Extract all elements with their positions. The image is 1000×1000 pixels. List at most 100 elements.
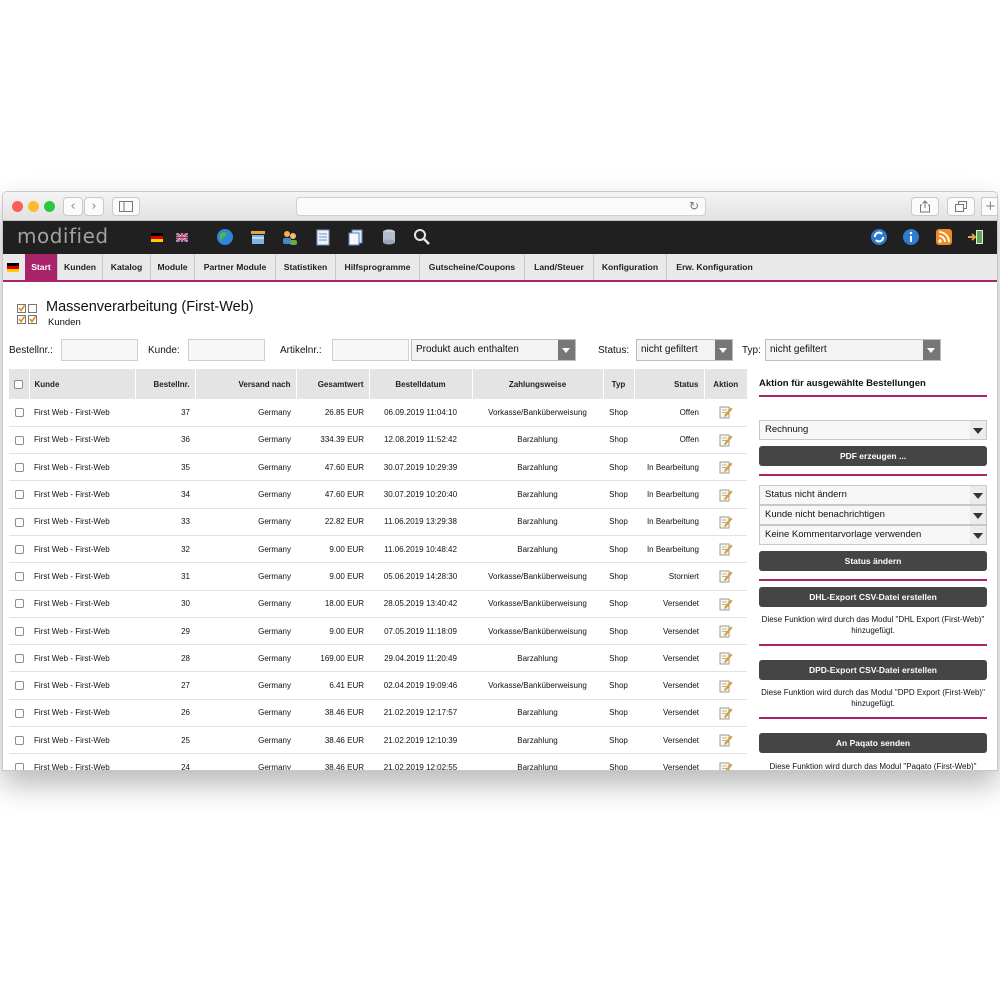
column-header[interactable]: Bestelldatum [369,369,473,399]
documents-icon[interactable] [346,227,366,247]
table-row[interactable]: First Web - First-Web 28 Germany 169.00 EUR… [9,644,747,673]
edit-icon[interactable] [719,460,733,474]
column-header[interactable]: Zahlungsweise [472,369,604,399]
column-header[interactable]: Kunde [29,369,136,399]
nav-tab-land-steuer[interactable]: Land/Steuer [525,254,594,280]
edit-icon[interactable] [719,597,733,611]
nav-tab-katalog[interactable]: Katalog [103,254,151,280]
nav-tab-statistiken[interactable]: Statistiken [276,254,336,280]
nav-tab-partner-module[interactable]: Partner Module [195,254,276,280]
dpd-export-button[interactable]: DPD-Export CSV-Datei erstellen [759,660,987,680]
comment-template-select[interactable]: Keine Kommentarvorlage verwenden [759,525,987,545]
edit-icon[interactable] [719,405,733,419]
row-checkbox[interactable] [14,517,24,527]
reload-icon[interactable]: ↻ [689,199,699,213]
table-row[interactable]: First Web - First-Web 30 Germany 18.00 EUR 2… [9,590,747,618]
german-flag-icon[interactable] [151,233,163,242]
nav-tab-kunden[interactable]: Kunden [58,254,103,280]
row-checkbox[interactable] [14,572,24,582]
order-no-input[interactable] [61,339,138,361]
paqato-send-button[interactable]: An Paqato senden [759,733,987,753]
select-all-checkbox[interactable] [14,379,24,389]
list-document-icon[interactable] [313,227,333,247]
shop-basket-icon[interactable] [248,227,268,247]
table-row[interactable]: First Web - First-Web 37 Germany 26.85 EUR 0… [9,399,747,427]
dhl-export-button[interactable]: DHL-Export CSV-Datei erstellen [759,587,987,607]
table-row[interactable]: First Web - First-Web 33 Germany 22.82 EUR 1… [9,508,747,536]
nav-tab-module[interactable]: Module [151,254,195,280]
edit-icon[interactable] [719,569,733,583]
nav-tab-hilfsprogramme[interactable]: Hilfsprogramme [336,254,420,280]
close-window-button[interactable] [12,201,23,212]
row-checkbox[interactable] [14,462,24,472]
forward-button[interactable]: › [84,197,104,216]
row-checkbox[interactable] [14,708,24,718]
create-pdf-button[interactable]: PDF erzeugen ... [759,446,987,466]
edit-icon[interactable] [719,733,733,747]
column-header[interactable]: Versand nach [195,369,297,399]
row-checkbox[interactable] [14,735,24,745]
back-button[interactable]: ‹ [63,197,83,216]
new-tab-button[interactable]: + [981,197,997,216]
row-checkbox[interactable] [14,626,24,636]
column-header[interactable]: Gesamtwert [296,369,370,399]
edit-icon[interactable] [719,624,733,638]
minimize-window-button[interactable] [28,201,39,212]
edit-icon[interactable] [719,433,733,447]
table-row[interactable]: First Web - First-Web 34 Germany 47.60 EUR 3… [9,480,747,509]
sync-icon[interactable] [869,227,889,247]
product-mode-select[interactable]: Produkt auch enthalten [411,339,576,361]
row-checkbox[interactable] [14,654,24,664]
edit-icon[interactable] [719,542,733,556]
table-row[interactable]: First Web - First-Web 32 Germany 9.00 EUR 11… [9,535,747,564]
row-checkbox[interactable] [14,435,24,445]
document-type-select[interactable]: Rechnung [759,420,987,440]
notify-customer-select[interactable]: Kunde nicht benachrichtigen [759,505,987,525]
sidebar-toggle-button[interactable] [112,197,140,216]
column-header[interactable]: Typ [603,369,635,399]
nav-tab-konfiguration[interactable]: Konfiguration [594,254,667,280]
edit-icon[interactable] [719,706,733,720]
share-button[interactable] [911,197,939,216]
row-checkbox[interactable] [14,681,24,691]
table-row[interactable]: First Web - First-Web 27 Germany 6.41 EUR 02… [9,671,747,700]
row-checkbox[interactable] [14,408,24,418]
edit-icon[interactable] [719,761,733,772]
customers-icon[interactable] [280,227,300,247]
nav-tab-gutscheine[interactable]: Gutscheine/Coupons [420,254,525,280]
search-icon[interactable] [412,227,432,247]
table-row[interactable]: First Web - First-Web 35 Germany 47.60 EUR 3… [9,453,747,482]
status-change-select[interactable]: Status nicht ändern [759,485,987,505]
database-icon[interactable] [379,227,399,247]
rss-icon[interactable] [934,227,954,247]
row-checkbox[interactable] [14,763,24,770]
info-icon[interactable] [901,227,921,247]
address-bar[interactable]: ↻ [296,197,706,216]
edit-icon[interactable] [719,651,733,665]
status-filter-select[interactable]: nicht gefiltert [636,339,733,361]
change-status-button[interactable]: Status ändern [759,551,987,571]
logout-icon[interactable] [966,227,986,247]
table-row[interactable]: First Web - First-Web 29 Germany 9.00 EUR 07… [9,617,747,646]
type-filter-select[interactable]: nicht gefiltert [765,339,941,361]
row-checkbox[interactable] [14,599,24,609]
german-flag-icon[interactable] [7,263,19,272]
edit-icon[interactable] [719,515,733,529]
nav-tab-start[interactable]: Start [25,254,58,280]
customer-input[interactable] [188,339,265,361]
uk-flag-icon[interactable] [176,233,188,242]
table-row[interactable]: First Web - First-Web 26 Germany 38.46 EUR 2… [9,699,747,728]
globe-icon[interactable] [215,227,235,247]
table-row[interactable]: First Web - First-Web 31 Germany 9.00 EUR 05… [9,562,747,591]
tabs-overview-button[interactable] [947,197,975,216]
row-checkbox[interactable] [14,544,24,554]
zoom-window-button[interactable] [44,201,55,212]
edit-icon[interactable] [719,488,733,502]
edit-icon[interactable] [719,679,733,693]
nav-tab-erw-konfiguration[interactable]: Erw. Konfiguration [667,254,762,280]
column-header[interactable]: Bestellnr. [135,369,196,399]
article-no-input[interactable] [332,339,409,361]
row-checkbox[interactable] [14,490,24,500]
table-row[interactable]: First Web - First-Web 36 Germany 334.39 EUR… [9,426,747,455]
logo[interactable]: modified [17,224,109,248]
